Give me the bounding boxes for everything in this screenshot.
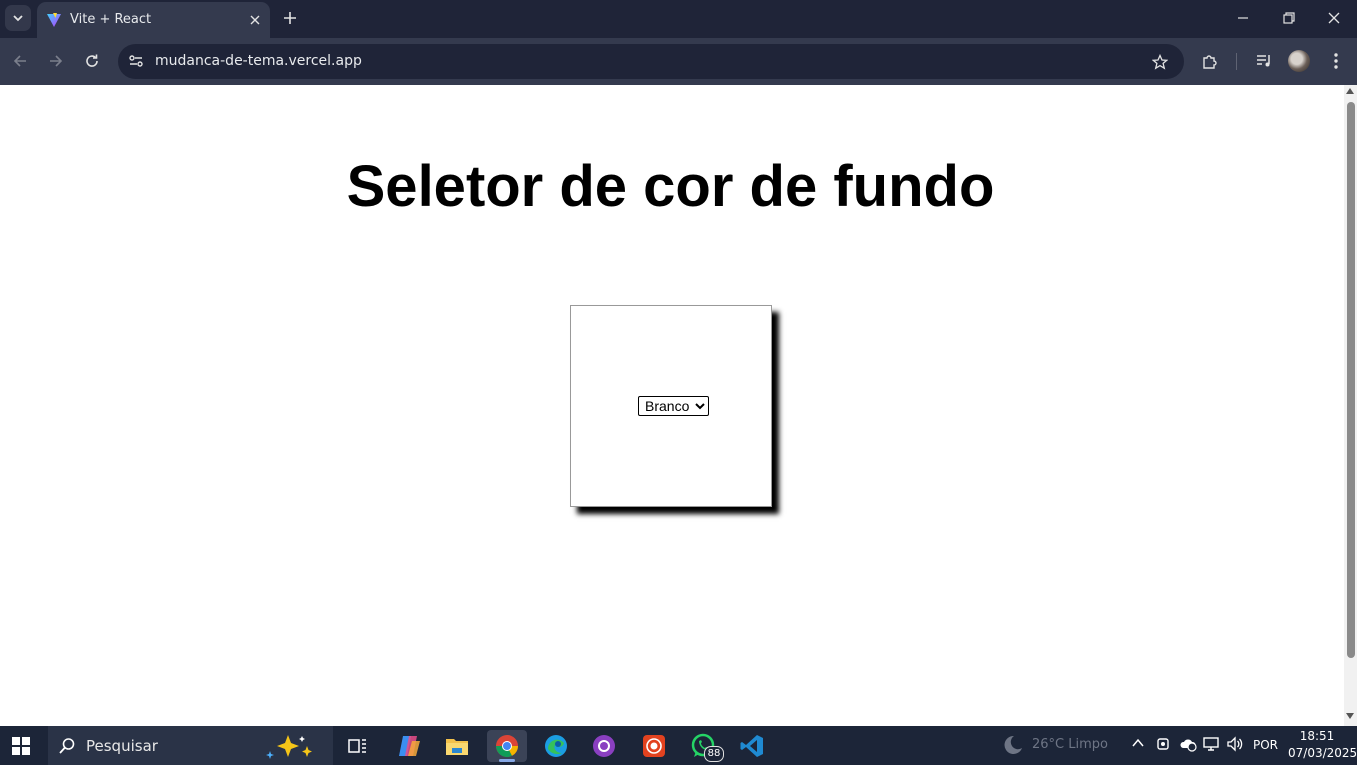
forward-icon: [50, 55, 63, 67]
copilot-app[interactable]: [389, 730, 429, 762]
forward-button[interactable]: [43, 48, 69, 74]
edge-icon: [545, 735, 567, 757]
search-icon: [59, 738, 75, 754]
tab-strip: Vite + React: [0, 0, 1357, 38]
extensions-icon: [1203, 55, 1217, 69]
active-app-indicator: [499, 759, 515, 762]
new-tab-button[interactable]: [279, 7, 301, 29]
plus-icon: [284, 12, 296, 24]
folder-icon: [446, 739, 468, 755]
close-icon: [1328, 12, 1340, 24]
camera-icon[interactable]: [1156, 736, 1170, 756]
reload-button[interactable]: [79, 48, 105, 74]
search-placeholder: Pesquisar: [86, 737, 158, 755]
minimize-icon: [1238, 17, 1248, 19]
bookmark-button[interactable]: [1148, 50, 1172, 74]
tab-close-button[interactable]: [245, 10, 265, 30]
github-desktop-app[interactable]: [584, 730, 624, 762]
scroll-up-arrow-icon[interactable]: [1346, 88, 1354, 94]
back-icon: [13, 55, 26, 67]
copilot-sparkles-icon: [266, 735, 312, 759]
clock-date[interactable]: 07/03/2025: [1288, 746, 1357, 760]
copilot-icon: [399, 736, 420, 756]
task-view-button[interactable]: [338, 730, 378, 762]
input-language[interactable]: POR: [1253, 738, 1278, 752]
chrome-app[interactable]: [487, 730, 527, 762]
site-info-button[interactable]: [124, 49, 148, 73]
windows-start-button[interactable]: [12, 737, 30, 755]
page-title: Seletor de cor de fundo: [346, 154, 995, 219]
scroll-down-arrow-icon[interactable]: [1346, 713, 1354, 719]
extensions-button[interactable]: [1197, 48, 1223, 74]
tab-title: Vite + React: [70, 12, 152, 27]
reload-icon: [86, 54, 98, 67]
clock-time[interactable]: 18:51: [1288, 729, 1346, 743]
file-explorer-app[interactable]: [437, 730, 477, 762]
media-control-button[interactable]: [1251, 48, 1277, 74]
vscode-icon: [740, 735, 763, 757]
chevron-up-icon[interactable]: [1131, 736, 1145, 754]
chevron-down-icon: [13, 15, 23, 22]
avatar[interactable]: [1288, 50, 1310, 72]
vscode-app[interactable]: [732, 730, 772, 762]
browser-tab[interactable]: Vite + React: [37, 2, 270, 38]
recorder-icon: [643, 735, 665, 757]
close-window-button[interactable]: [1311, 0, 1357, 36]
chrome-icon: [496, 735, 518, 757]
scrollbar-thumb[interactable]: [1347, 102, 1355, 658]
vite-logo-icon: [47, 13, 61, 27]
github-icon: [593, 735, 615, 757]
restore-icon: [1283, 12, 1295, 24]
toolbar-divider: [1236, 53, 1237, 70]
more-icon: [1334, 53, 1338, 69]
page-viewport: Seletor de cor de fundo Branco: [0, 85, 1344, 726]
color-preview-box: Branco: [570, 305, 772, 507]
back-button[interactable]: [7, 48, 33, 74]
restore-button[interactable]: [1266, 0, 1312, 36]
minimize-button[interactable]: [1220, 0, 1266, 36]
volume-icon[interactable]: [1226, 736, 1244, 756]
address-bar[interactable]: mudanca-de-tema.vercel.app: [118, 44, 1184, 79]
onedrive-icon[interactable]: [1179, 736, 1197, 756]
taskbar-search[interactable]: Pesquisar: [48, 726, 333, 765]
weather-moon-icon: [1004, 735, 1022, 754]
more-menu-button[interactable]: [1323, 48, 1349, 74]
browser-toolbar: mudanca-de-tema.vercel.app: [0, 38, 1357, 85]
page-scrollbar[interactable]: [1344, 85, 1357, 726]
edge-app[interactable]: [536, 730, 576, 762]
taskbar: Pesquisar 88 26°C Limpo POR 18:51 07/03/…: [0, 726, 1357, 765]
url-text[interactable]: mudanca-de-tema.vercel.app: [155, 53, 362, 69]
network-icon[interactable]: [1203, 736, 1219, 756]
tab-search-button[interactable]: [5, 5, 31, 31]
task-view-icon: [348, 739, 366, 753]
star-icon: [1152, 54, 1168, 70]
close-icon: [250, 15, 260, 25]
windows-logo-icon: [12, 737, 20, 745]
notification-badge: 88: [704, 746, 724, 762]
media-control-icon: [1257, 55, 1270, 67]
color-select[interactable]: Branco: [638, 396, 709, 416]
site-info-icon: [129, 55, 143, 67]
whatsapp-app[interactable]: 88: [683, 730, 724, 762]
screen-recorder-app[interactable]: [634, 730, 674, 762]
